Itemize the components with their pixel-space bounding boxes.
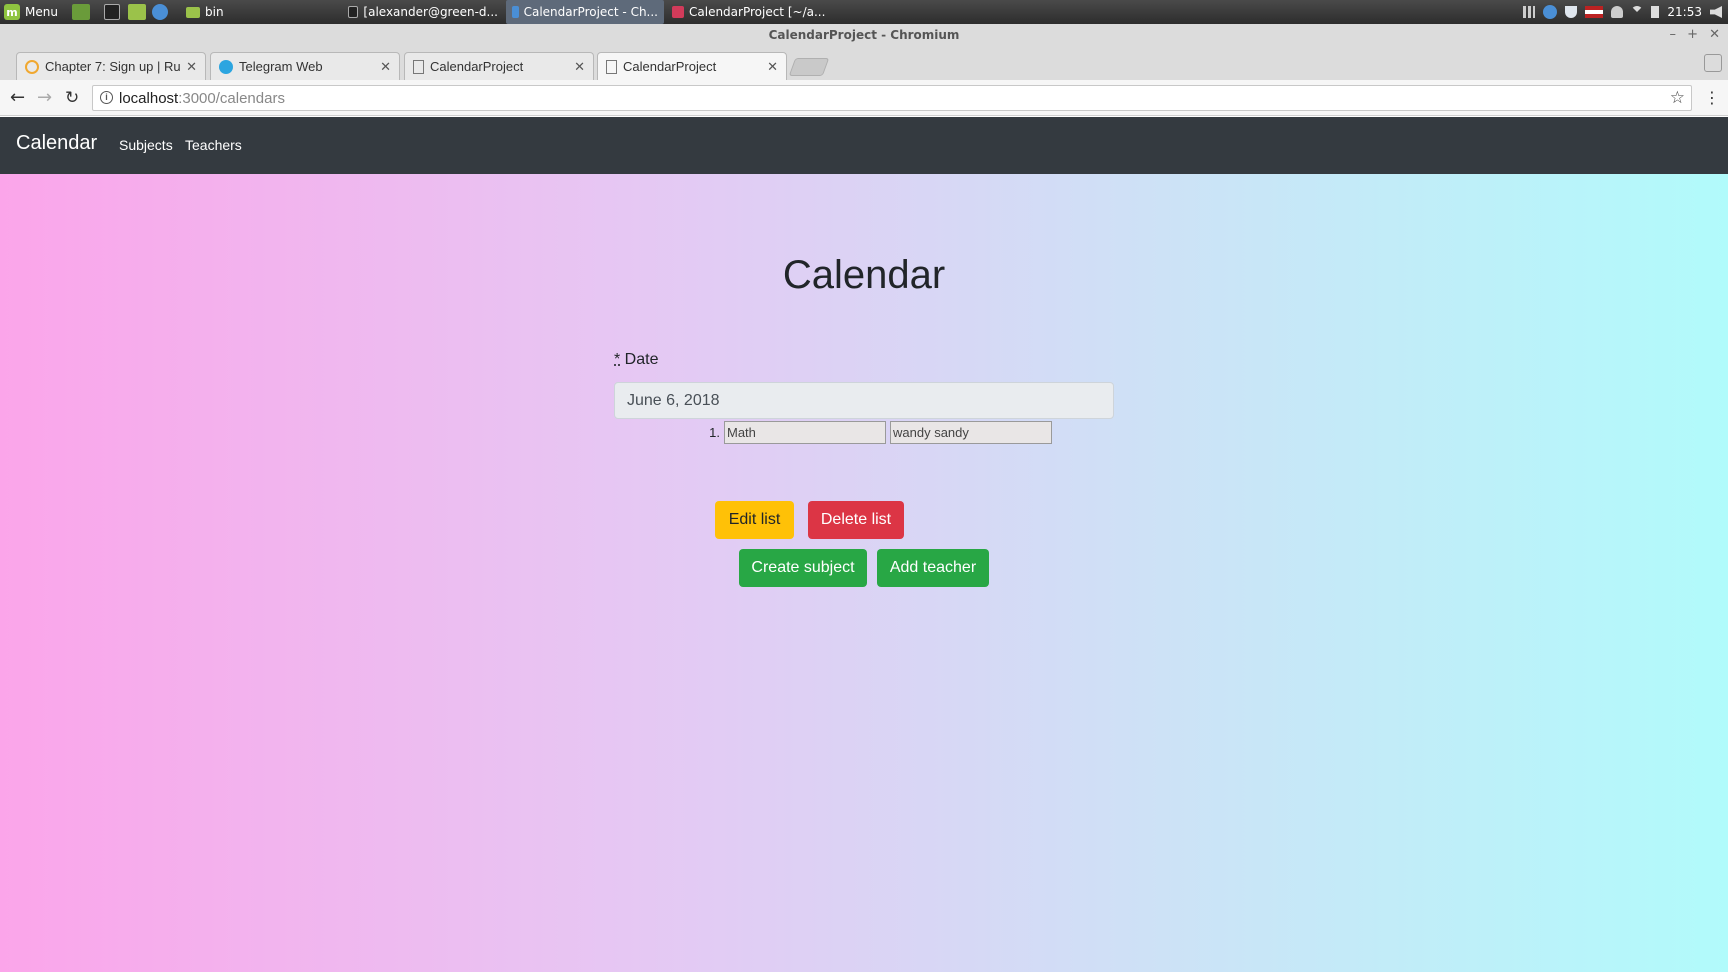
date-label: * Date (614, 351, 658, 369)
profile-icon[interactable] (1704, 54, 1722, 72)
page-icon (413, 59, 424, 74)
new-tab-button[interactable] (788, 58, 830, 76)
nav-link-subjects[interactable]: Subjects (119, 137, 173, 153)
taskbar-window-label: CalendarProject [~/a... (689, 5, 826, 19)
tab-title: Telegram Web (239, 59, 323, 74)
page-viewport: Calendar Subjects Teachers Calendar * Da… (0, 117, 1728, 972)
list-item: 1. Math wandy sandy (700, 420, 1052, 444)
page-icon (606, 59, 617, 74)
back-arrow-icon[interactable]: ← (10, 88, 25, 108)
menu-kebab-icon[interactable]: ⋮ (1704, 88, 1720, 107)
navbar-brand[interactable]: Calendar (16, 132, 97, 155)
tab-strip: Chapter 7: Sign up | Rub ✕ Telegram Web … (0, 46, 1728, 80)
url-path: :3000/calendars (178, 89, 285, 107)
taskbar-window-chromium[interactable]: CalendarProject - Ch... (506, 0, 664, 24)
user-icon[interactable] (1611, 6, 1624, 18)
chromium-icon (512, 6, 519, 18)
create-subject-button[interactable]: Create subject (739, 549, 867, 587)
info-icon[interactable]: i (100, 91, 113, 104)
list-item-number: 1. (709, 424, 720, 440)
chrome-tray-icon[interactable] (1543, 5, 1558, 19)
us-flag-icon[interactable] (1585, 6, 1604, 18)
close-icon[interactable]: ✕ (380, 59, 391, 75)
close-icon[interactable]: ✕ (574, 59, 585, 75)
start-menu-button[interactable]: m Menu (4, 0, 58, 24)
edit-list-button[interactable]: Edit list (715, 501, 794, 539)
reload-icon[interactable]: ↻ (65, 88, 79, 108)
nav-link-teachers[interactable]: Teachers (185, 137, 242, 153)
chromium-launcher-icon[interactable] (152, 0, 168, 24)
mint-logo-icon: m (4, 4, 20, 20)
shield-icon[interactable] (1565, 6, 1578, 18)
close-icon[interactable]: ✕ (767, 59, 778, 75)
bookmark-star-icon[interactable]: ☆ (1670, 88, 1685, 108)
taskbar-window-label: [alexander@green-d... (363, 5, 498, 19)
tab-telegram[interactable]: Telegram Web ✕ (210, 52, 400, 80)
tab-title: Chapter 7: Sign up | Rub (45, 59, 181, 74)
close-icon[interactable]: ✕ (186, 59, 197, 75)
add-teacher-button[interactable]: Add teacher (877, 549, 989, 587)
clock[interactable]: 21:53 (1667, 5, 1702, 19)
delete-list-button[interactable]: Delete list (808, 501, 904, 539)
teacher-field[interactable]: wandy sandy (890, 420, 1052, 444)
volume-icon[interactable] (1710, 6, 1722, 18)
show-desktop-icon[interactable] (72, 0, 90, 24)
files-launcher-icon[interactable] (128, 0, 146, 24)
battery-icon[interactable] (1651, 6, 1660, 18)
start-menu-label: Menu (25, 5, 58, 19)
minimize-button[interactable]: – (1670, 24, 1677, 46)
close-window-button[interactable]: ✕ (1709, 24, 1720, 46)
page-title: Calendar (782, 253, 946, 297)
date-label-text: Date (620, 351, 659, 368)
os-taskbar: m Menu bin [alexander@green-d... Calenda… (0, 0, 1728, 24)
taskbar-window-label: CalendarProject - Ch... (523, 5, 658, 19)
taskbar-window-terminal[interactable]: [alexander@green-d... (342, 0, 504, 24)
rubymine-icon (672, 6, 684, 18)
terminal-icon (348, 6, 359, 18)
subject-field[interactable]: Math (724, 420, 886, 444)
tab-title: CalendarProject (430, 59, 524, 74)
window-titlebar: CalendarProject - Chromium – + ✕ (0, 24, 1728, 46)
url-host: localhost (119, 89, 179, 107)
forward-arrow-icon[interactable]: → (37, 88, 52, 108)
address-bar[interactable]: i localhost:3000/calendars ☆ (92, 85, 1692, 111)
tab-chapter7[interactable]: Chapter 7: Sign up | Rub ✕ (16, 52, 206, 80)
folder-icon (186, 6, 200, 18)
taskbar-window-label: bin (205, 5, 224, 19)
tab-calendarproject-active[interactable]: CalendarProject ✕ (597, 52, 787, 80)
site-navbar: Calendar Subjects Teachers (0, 117, 1728, 174)
system-tray: 21:53 (1523, 0, 1722, 24)
ruby-icon (25, 59, 39, 74)
telegram-icon (219, 59, 233, 74)
wifi-icon[interactable] (1631, 6, 1644, 18)
window-title: CalendarProject - Chromium (768, 28, 960, 42)
taskbar-window-bin[interactable]: bin (180, 0, 340, 24)
tab-calendarproject-1[interactable]: CalendarProject ✕ (404, 52, 594, 80)
terminal-launcher-icon[interactable] (104, 0, 120, 24)
date-field[interactable]: June 6, 2018 (614, 382, 1114, 419)
maximize-button[interactable]: + (1687, 24, 1698, 46)
taskbar-window-ide[interactable]: CalendarProject [~/a... (666, 0, 832, 24)
apps-grid-icon[interactable] (1523, 6, 1536, 18)
tab-title: CalendarProject (623, 59, 717, 74)
browser-toolbar: ← → ↻ i localhost:3000/calendars ☆ ⋮ (0, 80, 1728, 116)
